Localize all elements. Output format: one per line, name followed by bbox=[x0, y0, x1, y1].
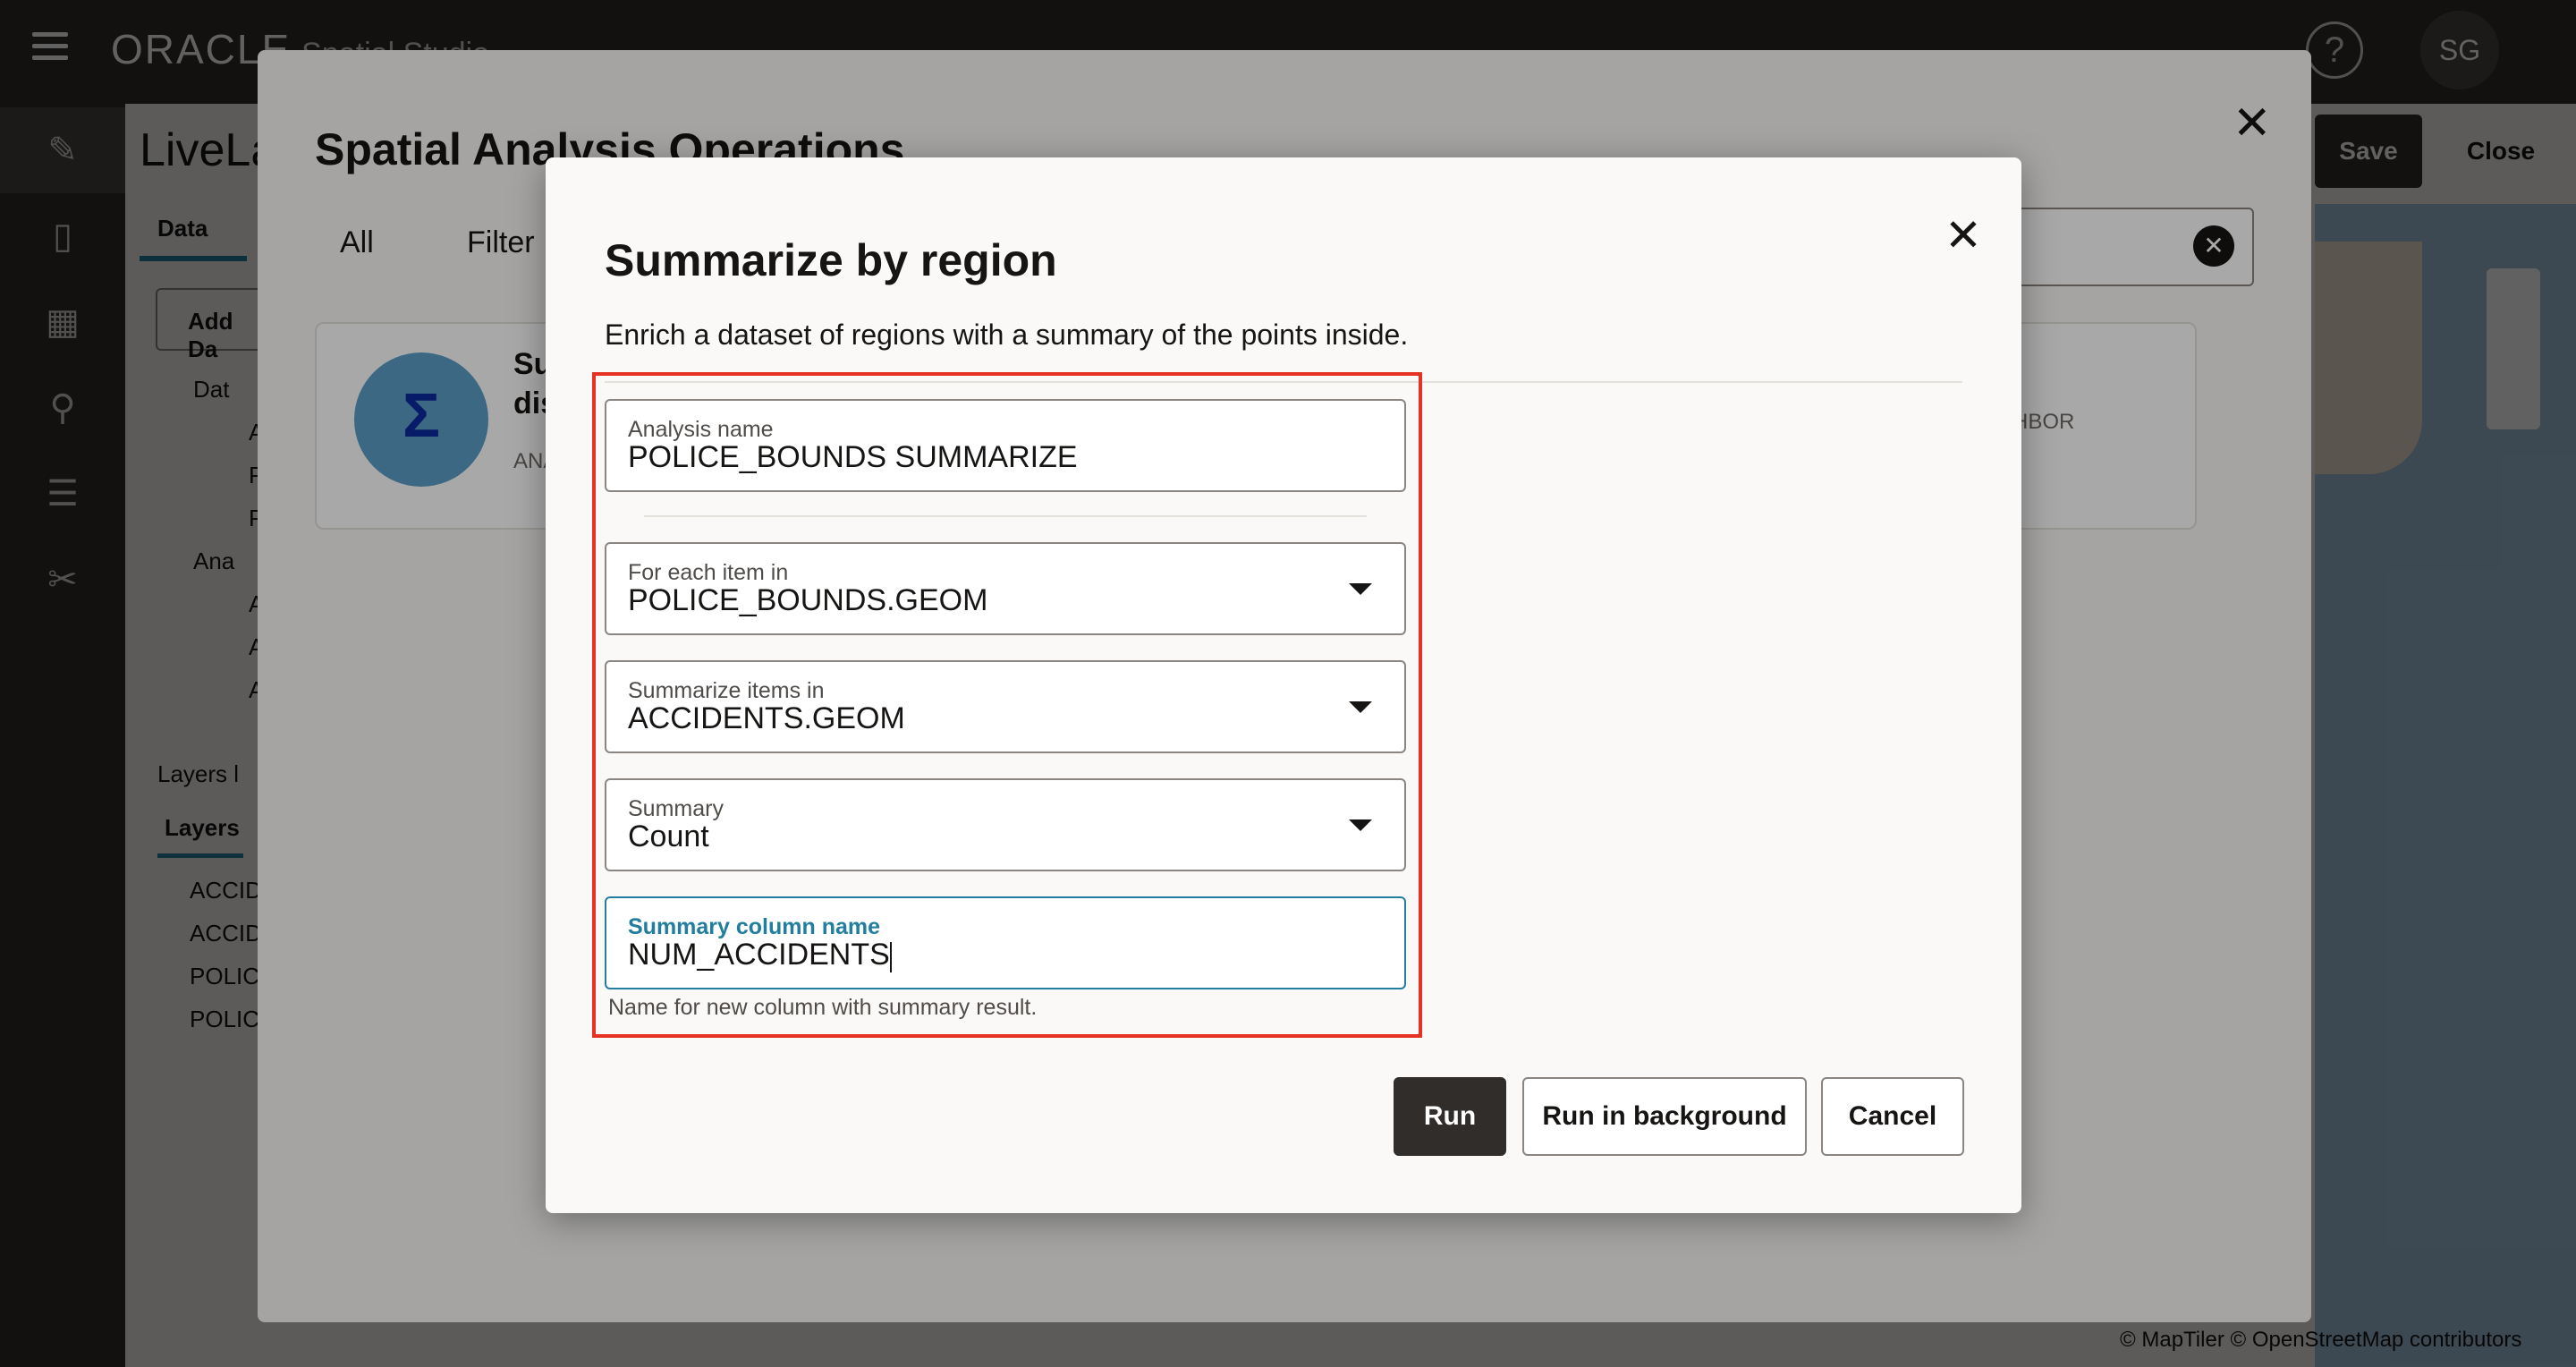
cancel-button[interactable]: Cancel bbox=[1821, 1077, 1964, 1156]
dialog-title: Summarize by region bbox=[605, 235, 1057, 285]
close-icon[interactable]: ✕ bbox=[1945, 209, 1982, 261]
highlight-box bbox=[592, 372, 1422, 1038]
run-button[interactable]: Run bbox=[1394, 1077, 1506, 1156]
dialog-description: Enrich a dataset of regions with a summa… bbox=[605, 318, 1409, 351]
run-in-background-button[interactable]: Run in background bbox=[1522, 1077, 1807, 1156]
